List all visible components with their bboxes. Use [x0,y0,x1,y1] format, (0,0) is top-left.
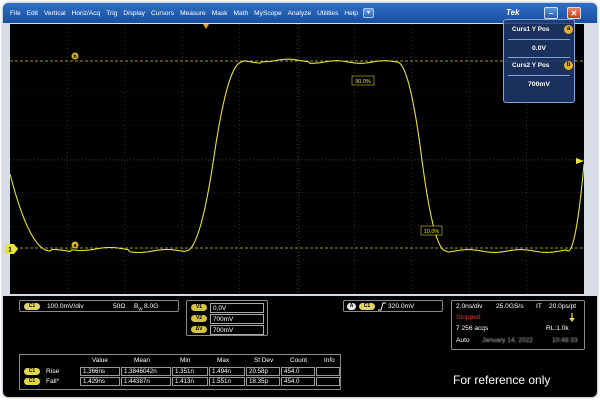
menu-math[interactable]: Math [230,10,251,17]
col-stdev: St Dev [254,357,274,364]
cell-info [316,367,340,376]
delta-v-pill: ΔV [191,326,207,333]
high-level-label: 90.0% [355,79,371,85]
single-sequence-icon [569,313,575,322]
cell-count: 454.0 [281,377,315,386]
cell-stdev: 18.35p [246,377,280,386]
date: January 14, 2022 [482,337,533,344]
row-name: Rise [46,368,60,375]
trigger-mode-pill: A [347,303,356,310]
close-button[interactable]: ✕ [567,7,581,19]
trigger-level: 320.0mV [388,303,415,310]
record-length: RL:1.0k [546,325,569,332]
bandwidth-icon: BW [134,303,143,312]
time: 10:48:33 [552,337,578,344]
curs1-title: Curs1 Y Pos [512,26,550,33]
cell-stdev: 20.58p [246,367,280,376]
cell-mean: 1.3846042n [121,367,171,376]
menu-cursors[interactable]: Cursors [148,10,177,17]
acquisition-mode: IT [536,303,542,310]
brand-logo: Tek [506,8,520,17]
minimize-button[interactable]: – [544,7,558,19]
v2-pill: V2 [191,315,207,322]
cell-info [316,377,340,386]
cursor-readout-panel[interactable]: Curs1 Y Pos a 0.0V Curs2 Y Pos b 700mV [503,19,575,103]
time-per-div: 2.0ns/div [456,303,483,310]
trigger-position-marker [203,24,209,29]
menu-horiz-acq[interactable]: Horiz/Acq [69,10,104,17]
curs2-value: 700mV [528,81,550,88]
minimize-icon: – [548,8,554,18]
graticule-grid [10,24,584,294]
bandwidth-value: 8.0G [144,303,159,310]
dropdown-icon[interactable]: ▼ [362,8,374,18]
menu-myscope[interactable]: MyScope [251,10,285,17]
divider [508,57,570,58]
reference-watermark: For reference only [453,373,551,387]
channel-readout[interactable]: C1 100.0mV/div 50Ω BW 8.0G [19,300,179,312]
col-min: Min [180,357,191,364]
low-level-label: 10.0% [424,229,440,235]
v2-value: 700mV [210,314,264,324]
curs2-badge: b [564,61,573,70]
readout-area: C1 100.0mV/div 50Ω BW 8.0G V1 0.0V V2 70… [3,296,597,397]
sample-rate: 25.0GS/s [496,303,524,310]
divider [508,39,570,40]
cell-min: 1.413n [172,377,208,386]
menu-file[interactable]: File [7,10,24,17]
v1-pill: V1 [191,304,207,311]
waveform-display[interactable]: b a 90.0% 10.0% [10,24,584,294]
channel-1-pill: C1 [24,303,40,310]
menu-measure[interactable]: Measure [177,10,209,17]
measurement-stats-table[interactable]: Value Mean Min Max St Dev Count Info C1 … [19,354,341,390]
divider [508,75,570,76]
curs1-value: 0.0V [532,45,546,52]
row-name: Fall* [46,378,60,385]
col-value: Value [92,357,108,364]
impedance: 50Ω [113,303,126,310]
trigger-mode: Auto [456,337,470,344]
vertical-scale: 100.0mV/div [47,303,84,310]
menu-mask[interactable]: Mask [209,10,231,17]
col-count: Count [290,357,308,364]
cell-count: 454.0 [281,367,315,376]
row-channel-pill: C1 [24,368,40,375]
graticule-svg: b a 90.0% 10.0% [10,24,584,294]
row-channel-pill: C1 [24,378,40,385]
cell-max: 1.494n [209,367,245,376]
menu-display[interactable]: Display [120,10,148,17]
channel-1-marker[interactable]: 1 [5,243,19,255]
cell-value: 1.366ns [80,367,120,376]
menu-edit[interactable]: Edit [24,10,41,17]
time-resolution: 20.0ps/pt [549,303,577,310]
cell-value: 1.429ns [80,377,120,386]
trigger-channel-pill: C1 [359,303,375,310]
cursor-values-readout[interactable]: V1 0.0V V2 700mV ΔV 700mV [186,300,268,336]
cell-max: 1.551n [209,377,245,386]
menu-help[interactable]: Help [341,10,361,17]
rising-edge-icon [378,302,386,311]
cell-mean: 1.44387n [121,377,171,386]
col-mean: Mean [134,357,150,364]
svg-text:1: 1 [8,247,12,254]
delta-v-value: 700mV [210,325,264,335]
close-icon: ✕ [570,8,578,18]
cell-min: 1.351n [172,367,208,376]
menu-trig[interactable]: Trig [103,10,120,17]
menu-analyze[interactable]: Analyze [285,10,314,17]
acquisition-state: Stopped [456,314,481,321]
menu-vertical[interactable]: Vertical [41,10,69,17]
oscilloscope-window: File Edit Vertical Horiz/Acq Trig Displa… [3,3,597,397]
acquisition-count: 7 256 acqs [456,325,489,332]
col-info: Info [324,357,335,364]
col-max: Max [217,357,230,364]
curs1-badge: a [564,25,573,34]
acquisition-readout[interactable]: 2.0ns/div 25.0GS/s IT 20.0ps/pt Stopped … [451,300,585,350]
v1-value: 0.0V [210,303,264,313]
curs2-title: Curs2 Y Pos [512,62,550,69]
trigger-readout[interactable]: A C1 320.0mV [343,300,443,312]
menu-utilities[interactable]: Utilities [314,10,341,17]
